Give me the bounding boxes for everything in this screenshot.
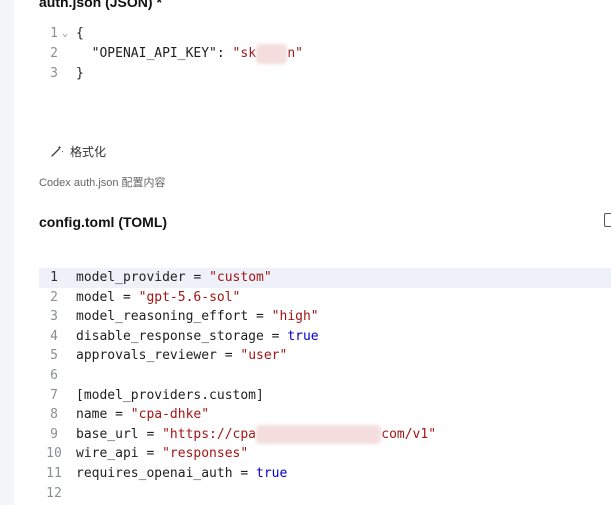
code-text: {	[76, 24, 84, 44]
code-token: "responses"	[162, 446, 249, 462]
code-text: model_reasoning_effort = "high"	[76, 307, 319, 327]
code-token: "OPENAI_API_KEY":	[76, 46, 233, 61]
code-line[interactable]: 3 model_reasoning_effort = "high"	[39, 307, 611, 327]
line-number: 7	[50, 387, 58, 403]
line-number: 10	[46, 446, 62, 462]
code-token: }	[76, 66, 84, 81]
code-token: com/v1"	[381, 426, 437, 442]
code-line[interactable]: 8 name = "cpa-dhke"	[39, 405, 611, 425]
code-token: "https://cpa	[162, 426, 257, 442]
line-number: 8	[50, 407, 58, 423]
format-button[interactable]: 格式化	[50, 141, 106, 161]
code-token: "gpt-5.6-sol"	[138, 289, 241, 305]
code-line[interactable]: 9 base_url = "https://cpaxxxxxxxxxxxxxxxx…	[39, 424, 611, 445]
code-line[interactable]: 10 wire_api = "responses"	[39, 444, 611, 464]
line-number: 12	[46, 485, 62, 501]
code-token: "custom"	[209, 270, 272, 285]
code-token: requires_openai_auth =	[76, 465, 257, 481]
code-token: base_url =	[76, 426, 163, 442]
redacted-text: xxxx	[256, 44, 288, 64]
code-token: approvals_reviewer =	[76, 348, 241, 364]
code-text: model_provider = "custom"	[76, 268, 272, 288]
auth-json-title: auth.json (JSON) *	[39, 0, 162, 10]
code-token: true	[287, 328, 319, 344]
code-token: "high"	[271, 309, 319, 325]
config-toml-editor[interactable]: 1 model_provider = "custom" 2 model = "gpt-…	[39, 268, 611, 505]
chevron-down-icon[interactable]: ⌄	[62, 24, 68, 44]
line-number: 9	[50, 426, 58, 442]
code-line[interactable]: 12	[39, 484, 611, 504]
config-toml-title: config.toml (TOML)	[39, 214, 168, 230]
code-line[interactable]: 11 requires_openai_auth = true	[39, 464, 611, 484]
code-text: disable_response_storage = true	[76, 327, 319, 347]
code-text: base_url = "https://cpaxxxxxxxxxxxxxxxxc…	[76, 424, 437, 445]
auth-json-editor[interactable]: 1⌄{2 "OPENAI_API_KEY": "skxxxxn"3}	[39, 24, 611, 84]
code-line[interactable]: 3}	[39, 64, 611, 84]
redacted-text: xxxxxxxxxxxxxxxx	[256, 424, 382, 445]
format-button-label: 格式化	[70, 144, 107, 159]
code-line[interactable]: 2 "OPENAI_API_KEY": "skxxxxn"	[39, 44, 611, 64]
code-line[interactable]: 7 [model_providers.custom]	[39, 386, 611, 406]
code-token: disable_response_storage =	[76, 328, 288, 344]
left-rail	[0, 0, 14, 505]
code-token: name =	[76, 407, 131, 423]
code-line[interactable]: 1 model_provider = "custom"	[39, 268, 611, 288]
code-token: wire_api =	[76, 446, 163, 462]
code-token: model_provider =	[76, 270, 210, 285]
line-number: 4	[50, 328, 58, 344]
code-line[interactable]: 6	[39, 366, 611, 386]
code-line[interactable]: 2 model = "gpt-5.6-sol"	[39, 288, 611, 308]
line-number: 11	[46, 465, 62, 481]
code-text: model = "gpt-5.6-sol"	[76, 288, 240, 308]
line-number: 3	[50, 66, 58, 81]
code-token: true	[256, 465, 288, 481]
code-text: }	[76, 64, 84, 84]
line-number: 3	[50, 309, 58, 325]
code-token: [model_providers.custom]	[76, 387, 264, 403]
code-token: "sk	[232, 46, 257, 61]
line-number: 1	[50, 270, 58, 285]
code-token: "cpa-dhke"	[130, 407, 210, 423]
code-text: wire_api = "responses"	[76, 444, 248, 464]
code-line[interactable]: 4 disable_response_storage = true	[39, 327, 611, 347]
line-number: 5	[50, 348, 58, 364]
code-token: "user"	[240, 348, 288, 364]
code-line[interactable]: 5 approvals_reviewer = "user"	[39, 346, 611, 366]
code-text: requires_openai_auth = true	[76, 464, 287, 484]
code-text: "OPENAI_API_KEY": "skxxxxn"	[76, 44, 303, 64]
code-token: n"	[287, 46, 303, 61]
line-number: 2	[50, 46, 58, 61]
code-text: [model_providers.custom]	[76, 386, 264, 406]
code-text: name = "cpa-dhke"	[76, 405, 209, 425]
code-token: model =	[76, 289, 139, 305]
fullscreen-icon[interactable]	[604, 213, 611, 227]
code-text: approvals_reviewer = "user"	[76, 346, 287, 366]
code-token: model_reasoning_effort =	[76, 309, 272, 325]
code-line[interactable]: 1 ⌄{	[39, 24, 611, 44]
code-token: {	[76, 26, 84, 41]
line-number: 6	[50, 367, 58, 383]
auth-helper-text: Codex auth.json 配置内容	[39, 177, 166, 189]
magic-wand-icon	[51, 145, 64, 157]
line-number: 2	[50, 289, 58, 305]
